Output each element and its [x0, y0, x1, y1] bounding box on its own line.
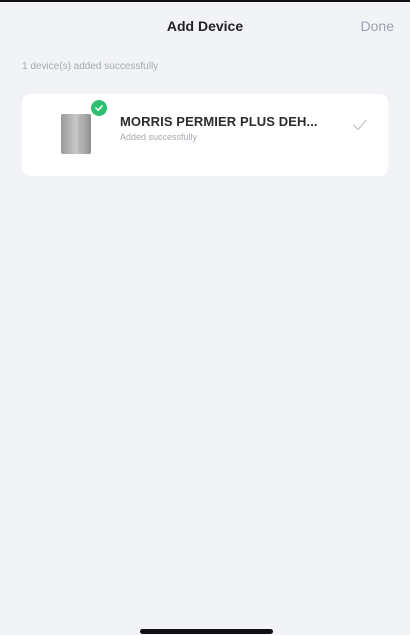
- page-title: Add Device: [166, 18, 244, 34]
- check-badge-icon: [91, 100, 107, 116]
- device-status: Added successfully: [120, 132, 198, 142]
- done-button[interactable]: Done: [361, 18, 394, 34]
- device-name: MORRIS PERMIER PLUS DEH...: [120, 114, 318, 129]
- device-body: [61, 114, 91, 154]
- home-indicator[interactable]: [140, 629, 273, 634]
- check-icon: [353, 119, 367, 131]
- dehumidifier-icon: [61, 114, 91, 154]
- navigation-bar: Add Device Done: [0, 2, 410, 52]
- device-list-item[interactable]: MORRIS PERMIER PLUS DEH... Added success…: [22, 94, 388, 176]
- section-header: 1 device(s) added successfully: [22, 61, 159, 72]
- device-stripe: [79, 116, 82, 152]
